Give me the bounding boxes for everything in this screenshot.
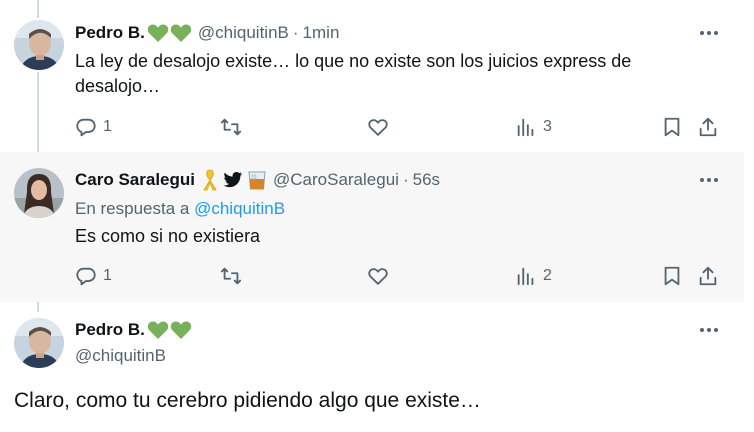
share-icon — [699, 266, 717, 286]
bookmark-icon — [664, 266, 680, 286]
more-options-icon[interactable] — [698, 319, 720, 341]
more-options-icon[interactable] — [698, 22, 720, 44]
name-emojis — [147, 23, 192, 43]
user-handle[interactable]: @CaroSaralegui — [273, 170, 399, 190]
name-emojis — [147, 320, 192, 340]
conversation-thread: Pedro B. @chiquitinB · 1min La ley de de… — [0, 0, 754, 432]
retweet-icon — [220, 267, 242, 285]
name-emojis — [201, 169, 267, 191]
tweet-pedro[interactable]: Pedro B. @chiquitinB · 1min La ley de de… — [0, 0, 744, 152]
avatar[interactable] — [14, 168, 64, 218]
reply-icon — [76, 267, 96, 286]
reply-button[interactable]: 1 — [75, 114, 112, 140]
tweet-header: Caro Saralegui @CaroSaralegui · 56s — [75, 169, 440, 191]
reply-count: 1 — [103, 267, 112, 284]
tweet-actions: 1 2 — [75, 263, 735, 289]
timestamp[interactable]: 56s — [413, 170, 440, 190]
views-button[interactable]: 3 — [515, 114, 552, 140]
user-handle[interactable]: @chiquitinB — [198, 23, 289, 43]
reply-button[interactable]: 1 — [75, 263, 112, 289]
reply-icon — [76, 118, 96, 137]
share-button[interactable] — [697, 114, 719, 140]
retweet-icon — [220, 118, 242, 136]
green-heart-icon — [170, 321, 192, 339]
view-count: 2 — [543, 267, 552, 284]
display-name[interactable]: Pedro B. — [75, 23, 145, 43]
green-heart-icon — [147, 24, 169, 42]
bookmark-button[interactable] — [661, 263, 683, 289]
tweet-text: Es como si no existiera — [75, 226, 261, 246]
reply-context-label: En respuesta a — [75, 199, 190, 218]
like-button[interactable] — [367, 114, 389, 140]
bookmark-icon — [664, 117, 680, 137]
tweet-text: Claro, como tu cerebro pidiendo algo que… — [14, 389, 481, 412]
avatar[interactable] — [14, 20, 64, 70]
timestamp[interactable]: 1min — [303, 23, 340, 43]
tweet-caro[interactable]: Caro Saralegui @CaroSaralegui · 56s En r… — [0, 152, 744, 302]
avatar[interactable] — [14, 318, 64, 368]
display-name[interactable]: Pedro B. — [75, 320, 145, 340]
separator-dot: · — [292, 23, 299, 42]
like-button[interactable] — [367, 263, 389, 289]
yellow-ribbon-icon — [203, 169, 217, 191]
tweet-actions: 1 3 — [75, 114, 735, 140]
views-button[interactable]: 2 — [515, 263, 552, 289]
analytics-icon — [517, 267, 534, 286]
twitter-bird-icon — [223, 172, 243, 188]
reply-to-handle-link[interactable]: @chiquitinB — [194, 199, 285, 218]
tweet-header: Pedro B. — [75, 319, 192, 341]
analytics-icon — [517, 118, 534, 137]
separator-dot: · — [402, 170, 409, 189]
share-button[interactable] — [697, 263, 719, 289]
whisky-glass-icon — [248, 171, 266, 190]
main-tweet: Pedro B. @chiquitinB Claro, como tu cere… — [0, 302, 744, 432]
tweet-text: La ley de desalojo existe… lo que no exi… — [75, 51, 632, 96]
heart-icon — [368, 119, 388, 136]
retweet-button[interactable] — [219, 114, 243, 140]
display-name[interactable]: Caro Saralegui — [75, 170, 195, 190]
green-heart-icon — [170, 24, 192, 42]
reply-count: 1 — [103, 118, 112, 135]
tweet-header: Pedro B. @chiquitinB · 1min — [75, 22, 339, 44]
view-count: 3 — [543, 118, 552, 135]
more-options-icon[interactable] — [698, 169, 720, 191]
user-handle[interactable]: @chiquitinB — [75, 346, 166, 366]
heart-icon — [368, 268, 388, 285]
reply-context: En respuesta a @chiquitinB — [75, 199, 285, 219]
green-heart-icon — [147, 321, 169, 339]
retweet-button[interactable] — [219, 263, 243, 289]
bookmark-button[interactable] — [661, 114, 683, 140]
share-icon — [699, 117, 717, 137]
